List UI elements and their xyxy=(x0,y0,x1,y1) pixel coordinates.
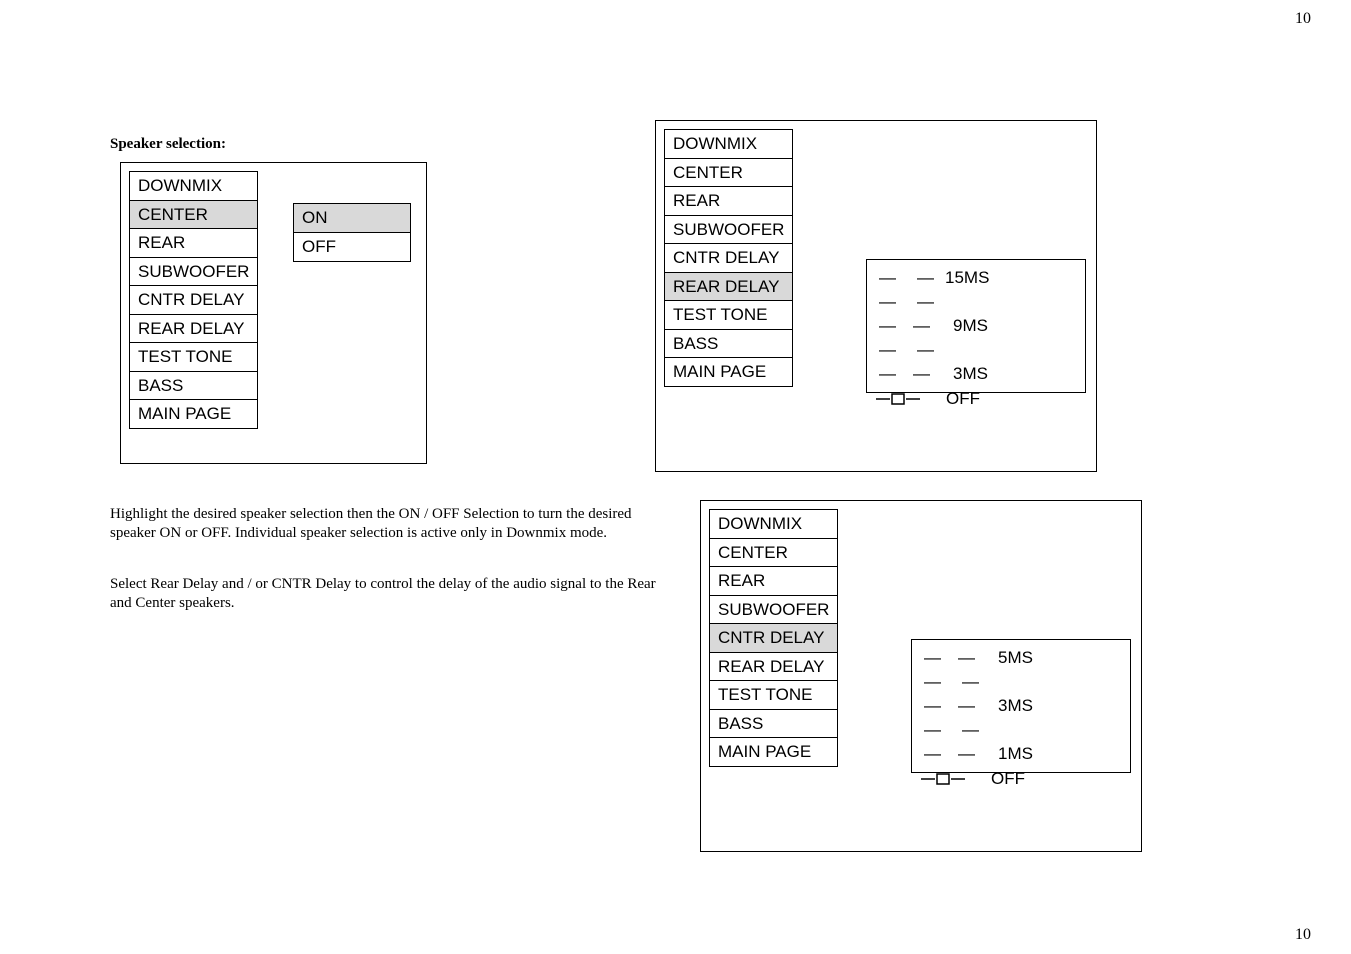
tick-icon: — xyxy=(924,696,941,716)
tick-icon: — xyxy=(958,696,975,716)
on-off-options: ON OFF xyxy=(293,203,411,260)
menu-list: DOWNMIX CENTER REAR SUBWOOFER CNTR DELAY… xyxy=(129,171,258,428)
slider-box: — — 5MS — — — — 3MS — — — — 1MS xyxy=(911,639,1131,773)
delay-9ms[interactable]: 9MS xyxy=(953,316,988,336)
menu-subwoofer[interactable]: SUBWOOFER xyxy=(129,257,258,287)
tick-icon: — xyxy=(879,316,896,336)
body-paragraph-2: Select Rear Delay and / or CNTR Delay to… xyxy=(110,575,680,613)
menu-rear-delay[interactable]: REAR DELAY xyxy=(129,314,258,344)
menu-cntr-delay[interactable]: CNTR DELAY xyxy=(664,243,793,273)
menu-test-tone[interactable]: TEST TONE xyxy=(129,342,258,372)
page-number-bottom: 10 xyxy=(1295,926,1311,944)
menu-cntr-delay[interactable]: CNTR DELAY xyxy=(709,623,838,653)
tick-icon: — xyxy=(962,720,979,740)
delay-slider-cntr: — — 5MS — — — — 3MS — — — — 1MS xyxy=(911,639,1131,794)
tick-icon: — xyxy=(913,364,930,384)
speaker-menu-panel-rear-delay: DOWNMIX CENTER REAR SUBWOOFER CNTR DELAY… xyxy=(655,120,1097,472)
tick-icon: — xyxy=(958,744,975,764)
speaker-menu-panel-center: DOWNMIX CENTER REAR SUBWOOFER CNTR DELAY… xyxy=(120,162,427,464)
menu-test-tone[interactable]: TEST TONE xyxy=(709,680,838,710)
delay-slider-rear: — — 15MS — — — — 9MS — — — — 3MS xyxy=(866,259,1086,414)
option-off[interactable]: OFF xyxy=(293,232,411,262)
menu-rear-delay[interactable]: REAR DELAY xyxy=(664,272,793,302)
tick-icon: — xyxy=(924,672,941,692)
tick-icon: — xyxy=(879,268,896,288)
body-paragraph-1: Highlight the desired speaker selection … xyxy=(110,505,680,543)
tick-icon: — xyxy=(879,340,896,360)
menu-list: DOWNMIX CENTER REAR SUBWOOFER CNTR DELAY… xyxy=(664,129,793,386)
menu-center[interactable]: CENTER xyxy=(129,200,258,230)
section-heading: Speaker selection: xyxy=(110,136,226,153)
delay-3ms[interactable]: 3MS xyxy=(998,696,1033,716)
tick-icon: — xyxy=(924,744,941,764)
menu-downmix[interactable]: DOWNMIX xyxy=(709,509,838,539)
delay-1ms[interactable]: 1MS xyxy=(998,744,1033,764)
tick-icon: — xyxy=(917,268,934,288)
tick-icon: — xyxy=(917,340,934,360)
speaker-menu-panel-cntr-delay: DOWNMIX CENTER REAR SUBWOOFER CNTR DELAY… xyxy=(700,500,1142,852)
delay-5ms[interactable]: 5MS xyxy=(998,648,1033,668)
menu-subwoofer[interactable]: SUBWOOFER xyxy=(709,595,838,625)
menu-bass[interactable]: BASS xyxy=(129,371,258,401)
tick-icon: — xyxy=(913,316,930,336)
tick-icon: — xyxy=(924,720,941,740)
menu-bass[interactable]: BASS xyxy=(664,329,793,359)
tick-icon: — xyxy=(879,364,896,384)
menu-center[interactable]: CENTER xyxy=(709,538,838,568)
menu-rear-delay[interactable]: REAR DELAY xyxy=(709,652,838,682)
delay-15ms[interactable]: 15MS xyxy=(945,268,989,288)
menu-subwoofer[interactable]: SUBWOOFER xyxy=(664,215,793,245)
menu-cntr-delay[interactable]: CNTR DELAY xyxy=(129,285,258,315)
tick-icon: — xyxy=(924,648,941,668)
page-number-top: 10 xyxy=(1295,10,1311,28)
tick-icon: — xyxy=(958,648,975,668)
menu-main-page[interactable]: MAIN PAGE xyxy=(664,357,793,387)
menu-bass[interactable]: BASS xyxy=(709,709,838,739)
tick-icon: — xyxy=(962,672,979,692)
menu-test-tone[interactable]: TEST TONE xyxy=(664,300,793,330)
menu-main-page[interactable]: MAIN PAGE xyxy=(129,399,258,429)
menu-rear[interactable]: REAR xyxy=(709,566,838,596)
slider-box: — — 15MS — — — — 9MS — — — — 3MS xyxy=(866,259,1086,393)
menu-rear[interactable]: REAR xyxy=(129,228,258,258)
menu-rear[interactable]: REAR xyxy=(664,186,793,216)
tick-icon: — xyxy=(879,292,896,312)
tick-icon: — xyxy=(917,292,934,312)
menu-main-page[interactable]: MAIN PAGE xyxy=(709,737,838,767)
menu-list: DOWNMIX CENTER REAR SUBWOOFER CNTR DELAY… xyxy=(709,509,838,766)
menu-downmix[interactable]: DOWNMIX xyxy=(664,129,793,159)
option-on[interactable]: ON xyxy=(293,203,411,233)
delay-3ms[interactable]: 3MS xyxy=(953,364,988,384)
menu-center[interactable]: CENTER xyxy=(664,158,793,188)
menu-downmix[interactable]: DOWNMIX xyxy=(129,171,258,201)
